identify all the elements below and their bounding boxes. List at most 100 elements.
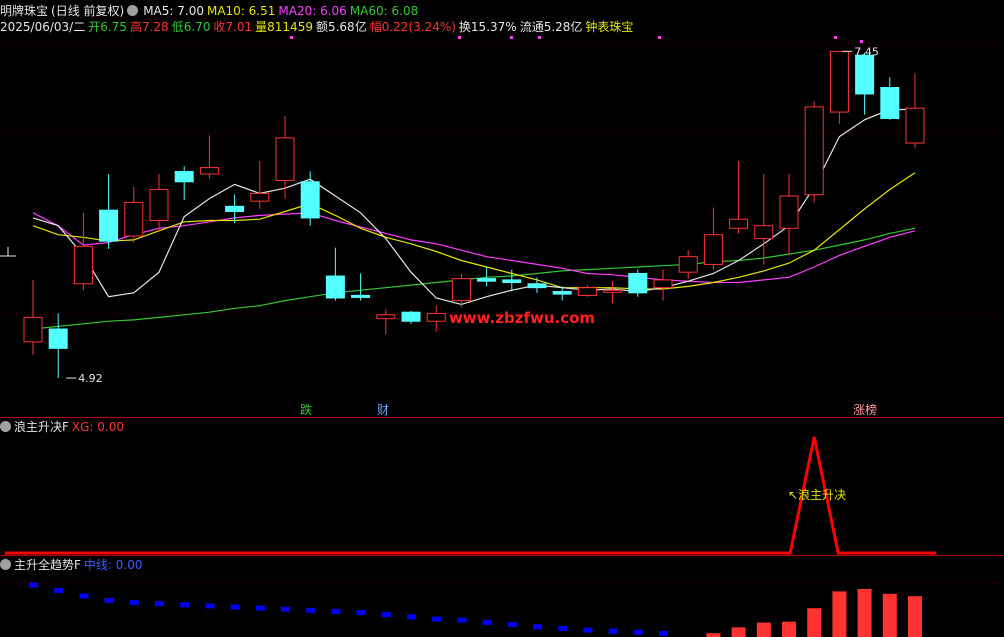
candle xyxy=(729,161,749,234)
date-value: 2025/06/03/二 xyxy=(0,20,86,34)
candle xyxy=(653,269,673,301)
candle xyxy=(628,269,648,297)
candle-body xyxy=(225,205,245,212)
signal-dot-5 xyxy=(834,36,837,39)
panel2-header: 浪主升决F XG: 0.00 xyxy=(0,419,127,435)
trend-up-bar xyxy=(782,621,796,637)
stock-chart[interactable]: 7.45 4.92 www.zbzfwu.com 跌 财 涨榜 ↖浪主升决 xyxy=(0,0,1004,637)
candle xyxy=(426,305,446,332)
candle xyxy=(351,273,371,301)
stock-name[interactable]: 明牌珠宝 xyxy=(0,4,48,18)
candle-body xyxy=(880,87,900,120)
candle-body xyxy=(275,137,295,181)
candle-body xyxy=(23,316,43,343)
panel3-value: 中线: 0.00 xyxy=(83,558,143,572)
candle-body xyxy=(703,234,723,265)
signal-dot-6 xyxy=(860,40,863,43)
trend-down-mark xyxy=(659,630,668,636)
signal-dot-3 xyxy=(538,36,541,39)
candle-body xyxy=(804,106,824,196)
ma-toggle-icon[interactable] xyxy=(127,5,139,16)
trend-up-bar xyxy=(908,596,922,637)
event-marker-2: 财 xyxy=(377,403,389,417)
candle-body xyxy=(905,107,925,144)
panel3-collapse-icon[interactable] xyxy=(0,559,11,570)
candle-body xyxy=(376,314,396,320)
candle-body xyxy=(174,170,194,183)
trend-up-bar xyxy=(756,622,771,637)
trend-down-mark xyxy=(306,607,316,613)
ma20-value: MA20: 6.06 xyxy=(278,4,347,18)
trend-down-mark xyxy=(356,610,366,615)
trend-down-mark xyxy=(533,624,542,630)
trend-down-mark xyxy=(230,604,240,610)
header-row-1: 明牌珠宝 (日线 前复权) MA5: 7.00 MA10: 6.51 MA20: 6.0… xyxy=(0,3,421,19)
trend-down-mark xyxy=(381,612,391,618)
candle-body xyxy=(527,283,547,289)
candle xyxy=(48,313,68,379)
panel2-xg-value: XG: 0.00 xyxy=(71,420,125,434)
candle xyxy=(804,101,824,203)
candle-body xyxy=(653,279,673,289)
trend-down-mark xyxy=(104,597,114,603)
trend-down-mark xyxy=(633,629,643,635)
candle xyxy=(401,310,421,324)
trend-up-bar xyxy=(832,591,847,637)
ma60-value: MA60: 6.08 xyxy=(349,4,419,18)
watermark-text: www.zbzfwu.com xyxy=(449,309,595,327)
event-marker-3: 涨榜 xyxy=(853,402,877,417)
trend-up-bar xyxy=(807,608,822,637)
candle-body xyxy=(250,192,270,202)
candle-body xyxy=(577,287,597,296)
panel2-title[interactable]: 浪主升决F xyxy=(14,420,69,434)
candle xyxy=(73,212,93,291)
trend-down-mark xyxy=(407,614,416,620)
high-value: 高7.28 xyxy=(129,20,169,34)
candle xyxy=(199,135,219,180)
panel3-header: 主升全趋势F 中线: 0.00 xyxy=(0,557,145,573)
close-value: 收7.01 xyxy=(213,20,253,34)
panel3-title[interactable]: 主升全趋势F xyxy=(14,558,81,572)
candle xyxy=(855,52,875,115)
sector-value[interactable]: 钟表珠宝 xyxy=(585,20,633,34)
signal-dot-2 xyxy=(510,36,513,39)
candle xyxy=(99,174,119,249)
trend-down-mark xyxy=(54,588,64,593)
candle-body xyxy=(73,245,93,285)
low-price-label: 4.92 xyxy=(78,372,103,385)
candle-body xyxy=(199,167,219,175)
candle xyxy=(325,247,345,301)
candle-body xyxy=(426,312,446,322)
candle xyxy=(376,309,396,335)
candle-body xyxy=(729,218,749,229)
candle-body xyxy=(401,311,421,322)
candle xyxy=(603,281,623,304)
trend-down-mark xyxy=(507,622,517,628)
candle-body xyxy=(149,189,169,222)
candle-body xyxy=(502,279,522,283)
panel2-collapse-icon[interactable] xyxy=(0,421,11,432)
candle-body xyxy=(300,181,320,219)
trend-down-mark xyxy=(129,600,139,606)
candle xyxy=(502,269,522,292)
low-value: 低6.70 xyxy=(171,20,211,34)
trend-up-bar xyxy=(706,633,721,637)
amount-value: 额5.68亿 xyxy=(315,20,367,34)
candle-body xyxy=(855,54,875,95)
candle-body xyxy=(552,291,572,295)
candle xyxy=(829,50,849,124)
trend-down-mark xyxy=(482,619,492,625)
trend-down-mark xyxy=(155,601,164,607)
trend-down-mark xyxy=(558,625,568,631)
high-price-label: 7.45 xyxy=(854,45,879,58)
trend-down-mark xyxy=(79,593,89,599)
candle-body xyxy=(451,278,471,302)
candle xyxy=(23,279,43,355)
candle xyxy=(678,250,698,279)
candle-body xyxy=(628,272,648,294)
candle-body xyxy=(754,225,774,240)
signal-dot-1 xyxy=(458,36,461,39)
trend-down-mark xyxy=(205,603,215,609)
trend-down-mark xyxy=(608,628,618,634)
candle-body xyxy=(48,328,68,349)
